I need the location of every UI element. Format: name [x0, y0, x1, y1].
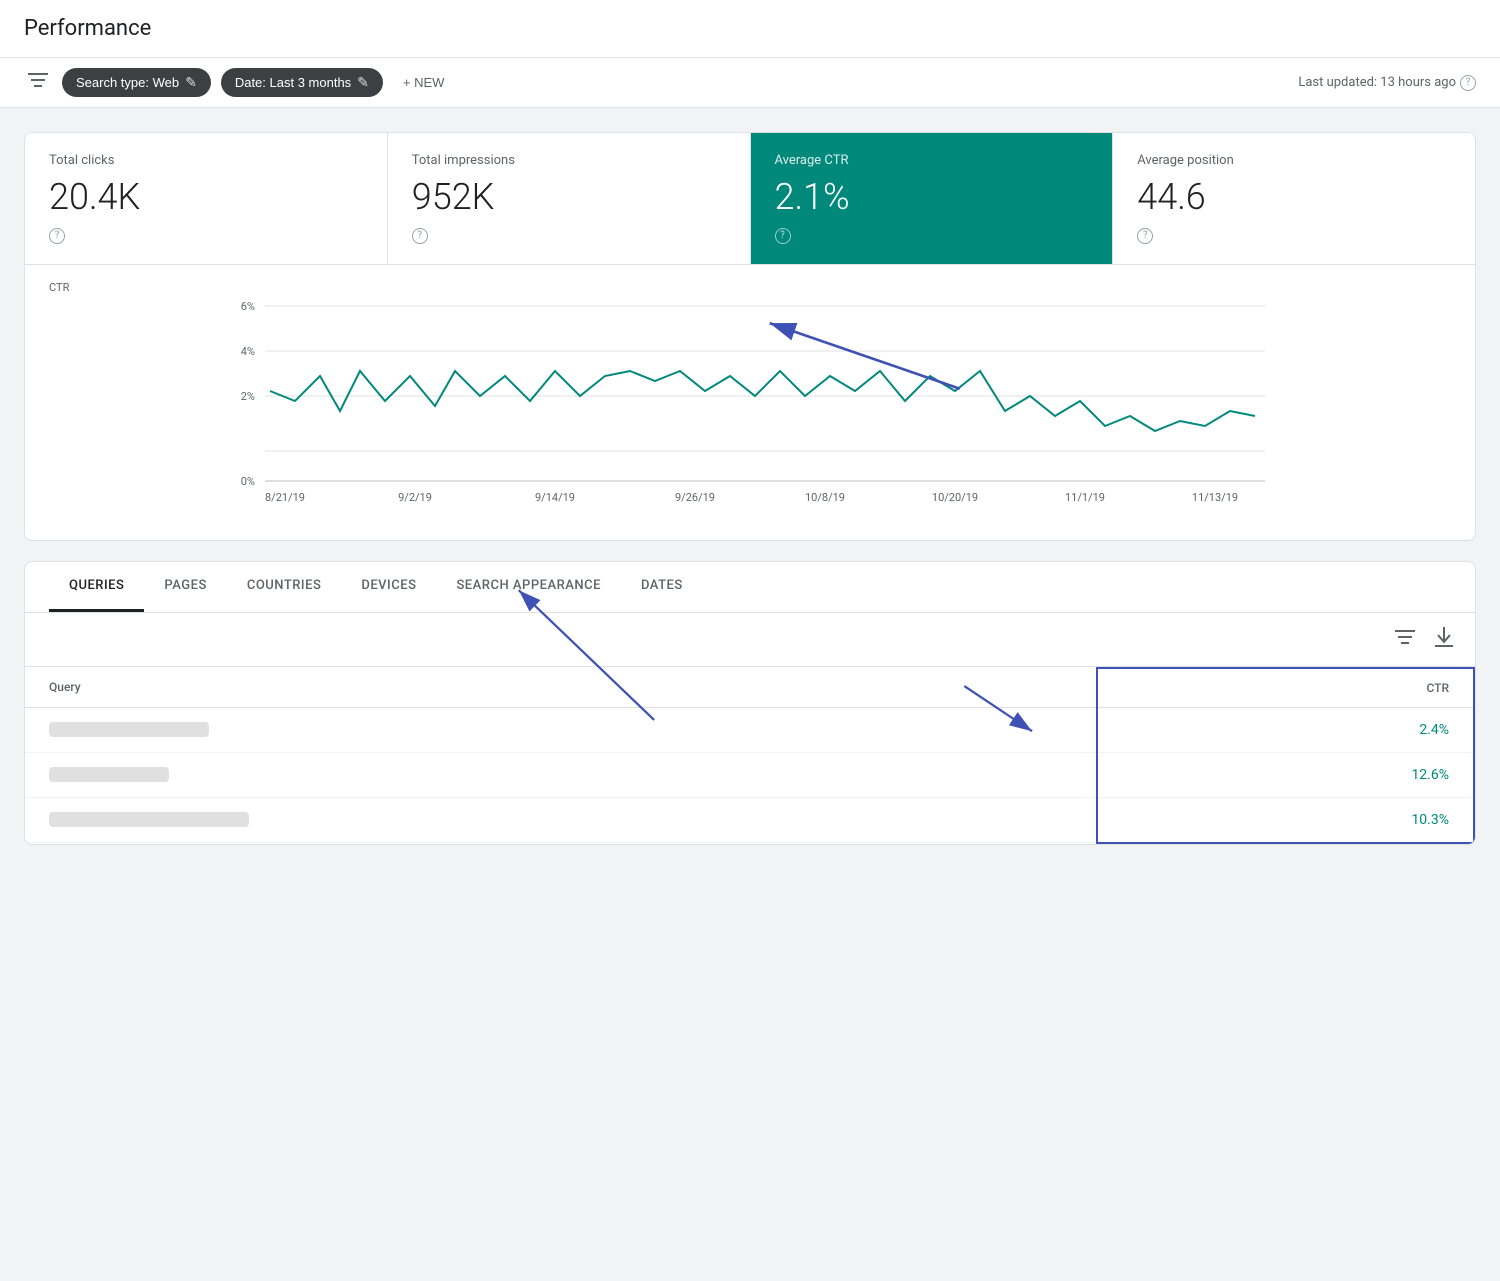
metric-label-total-clicks: Total clicks: [49, 153, 363, 168]
page-header: Performance: [0, 0, 1500, 58]
help-icon-ctr[interactable]: ?: [775, 228, 791, 244]
metrics-chart-card: Total clicks 20.4K ? Total impressions 9…: [24, 132, 1476, 541]
help-icon[interactable]: ?: [1460, 75, 1476, 91]
svg-text:8/21/19: 8/21/19: [265, 491, 305, 504]
date-chip[interactable]: Date: Last 3 months ✎: [221, 68, 383, 97]
table-row: 12.6%: [25, 752, 1474, 797]
tab-devices[interactable]: DEVICES: [341, 562, 436, 612]
col-header-query[interactable]: Query: [25, 668, 1097, 708]
download-button[interactable]: [1429, 621, 1459, 658]
metrics-row: Total clicks 20.4K ? Total impressions 9…: [25, 133, 1475, 265]
page-title: Performance: [24, 16, 1476, 41]
svg-text:6%: 6%: [241, 300, 255, 313]
tab-pages[interactable]: PAGES: [144, 562, 226, 612]
toolbar: Search type: Web ✎ Date: Last 3 months ✎…: [0, 58, 1500, 108]
edit-icon: ✎: [357, 74, 369, 91]
metric-label-impressions: Total impressions: [412, 153, 726, 168]
svg-text:10/20/19: 10/20/19: [932, 491, 978, 504]
edit-icon: ✎: [185, 74, 197, 91]
table-row: 2.4%: [25, 707, 1474, 752]
svg-text:2%: 2%: [241, 390, 255, 403]
help-icon-impressions[interactable]: ?: [412, 228, 428, 244]
chart-container: 6% 4% 2% 0% 8/21/19 9/2/19 9/14/19 9/26/…: [49, 296, 1451, 516]
tab-countries[interactable]: COUNTRIES: [227, 562, 342, 612]
blurred-query-1: [49, 722, 209, 737]
main-content: Total clicks 20.4K ? Total impressions 9…: [0, 108, 1500, 869]
chart-y-label: CTR: [49, 281, 1451, 294]
tab-queries[interactable]: QUERIES: [49, 562, 144, 612]
metric-average-position[interactable]: Average position 44.6 ?: [1113, 133, 1475, 264]
table-row: 10.3%: [25, 797, 1474, 843]
query-cell-3: [25, 797, 1097, 843]
table-card: QUERIES PAGES COUNTRIES DEVICES SEARCH A…: [24, 561, 1476, 845]
blurred-query-3: [49, 812, 249, 827]
filter-icon-button[interactable]: [24, 68, 52, 97]
blurred-query-2: [49, 767, 169, 782]
table-tabs: QUERIES PAGES COUNTRIES DEVICES SEARCH A…: [25, 562, 1475, 613]
filter-table-button[interactable]: [1389, 621, 1421, 658]
svg-text:0%: 0%: [241, 475, 255, 488]
tab-dates[interactable]: DATES: [621, 562, 703, 612]
chart-svg: 6% 4% 2% 0% 8/21/19 9/2/19 9/14/19 9/26/…: [49, 296, 1451, 516]
new-button[interactable]: + NEW: [393, 69, 455, 96]
metric-value-impressions: 952K: [412, 176, 726, 218]
metric-value-ctr: 2.1%: [775, 176, 1089, 218]
svg-text:9/2/19: 9/2/19: [398, 491, 432, 504]
svg-text:11/13/19: 11/13/19: [1192, 491, 1238, 504]
ctr-cell-1: 2.4%: [1097, 707, 1474, 752]
svg-text:10/8/19: 10/8/19: [805, 491, 845, 504]
ctr-cell-3: 10.3%: [1097, 797, 1474, 843]
search-type-chip[interactable]: Search type: Web ✎: [62, 68, 211, 97]
metric-total-impressions[interactable]: Total impressions 952K ?: [388, 133, 751, 264]
svg-text:4%: 4%: [241, 345, 255, 358]
table-toolbar: [25, 613, 1475, 667]
tab-search-appearance[interactable]: SEARCH APPEARANCE: [436, 562, 621, 612]
last-updated-text: Last updated: 13 hours ago ?: [1298, 75, 1476, 91]
metric-total-clicks[interactable]: Total clicks 20.4K ?: [25, 133, 388, 264]
help-icon-position[interactable]: ?: [1137, 228, 1153, 244]
metric-value-total-clicks: 20.4K: [49, 176, 363, 218]
metric-label-ctr: Average CTR: [775, 153, 1089, 168]
query-cell-1: [25, 707, 1097, 752]
col-header-ctr[interactable]: CTR: [1097, 668, 1474, 708]
svg-text:11/1/19: 11/1/19: [1065, 491, 1105, 504]
query-cell-2: [25, 752, 1097, 797]
svg-text:9/14/19: 9/14/19: [535, 491, 575, 504]
help-icon-clicks[interactable]: ?: [49, 228, 65, 244]
metric-average-ctr[interactable]: Average CTR 2.1% ?: [751, 133, 1114, 264]
metric-value-position: 44.6: [1137, 176, 1451, 218]
metric-label-position: Average position: [1137, 153, 1451, 168]
ctr-cell-2: 12.6%: [1097, 752, 1474, 797]
data-table: Query CTR 2.4%: [25, 667, 1475, 844]
svg-text:9/26/19: 9/26/19: [675, 491, 715, 504]
chart-area: CTR 6% 4% 2% 0%: [25, 265, 1475, 540]
